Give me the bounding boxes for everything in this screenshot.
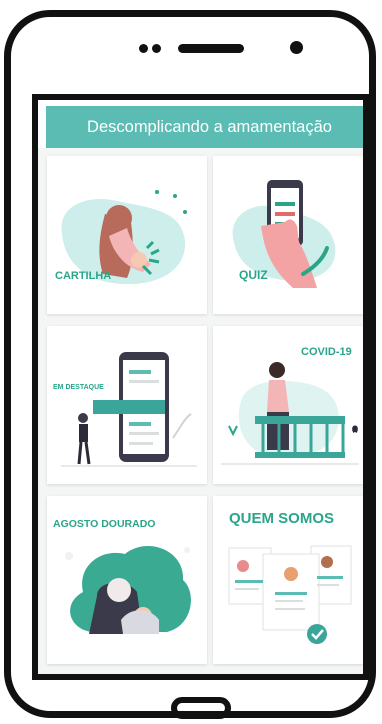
quiz-phone-illustration [232, 180, 336, 288]
card-quiz[interactable]: QUIZ [213, 156, 363, 314]
sensor-dot [139, 44, 148, 53]
card-label: AGOSTO DOURADO [53, 518, 156, 530]
card-quem-somos[interactable]: QUEM SOMOS [213, 496, 363, 664]
card-label: QUEM SOMOS [229, 510, 335, 527]
app-header-title: Descomplicando a amamentação [46, 106, 363, 148]
card-label: QUIZ [239, 268, 268, 282]
earpiece-speaker [178, 44, 244, 53]
phone-frame: Descomplicando a amamentação CARTILHA QU… [4, 10, 376, 719]
featured-phone-illustration [61, 352, 197, 467]
card-em-destaque[interactable]: EM DESTAQUE [47, 326, 207, 484]
menu-grid: CARTILHA QUIZ EM DESTAQUE COVID-19 AGOST… [38, 148, 363, 674]
card-agosto-dourado[interactable]: AGOSTO DOURADO [47, 496, 207, 664]
card-label: EM DESTAQUE [53, 384, 104, 391]
card-label: COVID-19 [301, 346, 352, 358]
card-covid-19[interactable]: COVID-19 [213, 326, 363, 484]
app-screen: Descomplicando a amamentação CARTILHA QU… [32, 94, 369, 680]
card-label: CARTILHA [55, 270, 112, 282]
breastfeeding-mother-illustration [61, 190, 187, 285]
front-camera-icon [290, 41, 303, 54]
card-cartilha[interactable]: CARTILHA [47, 156, 207, 314]
sensor-dot [152, 44, 161, 53]
home-button[interactable] [171, 697, 231, 719]
